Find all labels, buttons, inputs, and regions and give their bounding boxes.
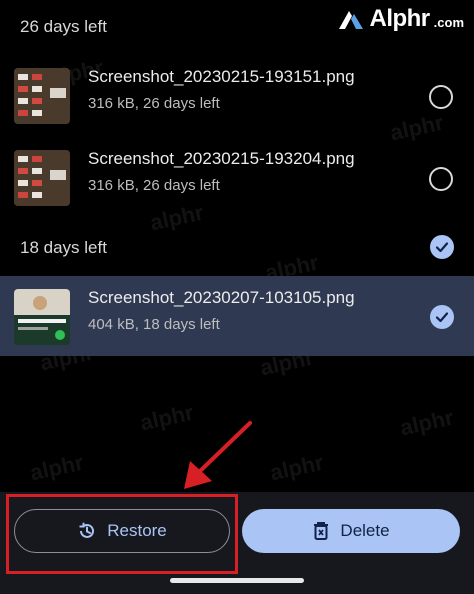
trash-screen: alphr alphr alphr alphr alphr alphr alph… <box>0 0 474 594</box>
check-circle-icon[interactable] <box>430 305 454 329</box>
watermark: alphr <box>27 449 86 486</box>
file-name: Screenshot_20230215-193204.png <box>88 149 355 168</box>
restore-label: Restore <box>107 521 167 540</box>
delete-label: Delete <box>340 521 390 540</box>
list-item-selected[interactable]: Screenshot_20230207-103105.png 404 kB, 1… <box>0 276 474 356</box>
file-name: Screenshot_20230207-103105.png <box>88 288 355 307</box>
history-icon <box>79 522 95 538</box>
gesture-nav-handle[interactable] <box>170 578 304 583</box>
logo-word: Alphr <box>369 5 430 32</box>
section-header-18-days: 18 days left <box>20 238 107 257</box>
file-meta: 316 kB, 26 days left <box>88 95 220 112</box>
list-item[interactable]: Screenshot_20230215-193204.png 316 kB, 2… <box>0 137 474 217</box>
file-thumbnail <box>14 150 70 206</box>
file-thumbnail <box>14 289 70 345</box>
delete-button[interactable]: Delete <box>242 509 460 553</box>
watermark: alphr <box>267 449 326 486</box>
file-meta: 404 kB, 18 days left <box>88 316 220 333</box>
trash-icon <box>314 522 329 540</box>
radio-circle-icon[interactable] <box>429 167 453 191</box>
restore-button[interactable]: Restore <box>14 509 230 553</box>
file-meta: 316 kB, 26 days left <box>88 177 220 194</box>
check-circle-icon[interactable] <box>430 235 454 259</box>
radio-circle-icon[interactable] <box>429 85 453 109</box>
alphr-logo-icon <box>339 11 364 29</box>
file-name: Screenshot_20230215-193151.png <box>88 67 355 86</box>
alphr-logo: Alphr .com <box>337 4 464 34</box>
list-item[interactable]: Screenshot_20230215-193151.png 316 kB, 2… <box>0 55 474 135</box>
logo-suffix: .com <box>433 14 464 30</box>
section-header-26-days: 26 days left <box>20 17 107 36</box>
red-arrow <box>184 421 252 489</box>
watermark: alphr <box>397 404 456 441</box>
file-thumbnail <box>14 68 70 124</box>
